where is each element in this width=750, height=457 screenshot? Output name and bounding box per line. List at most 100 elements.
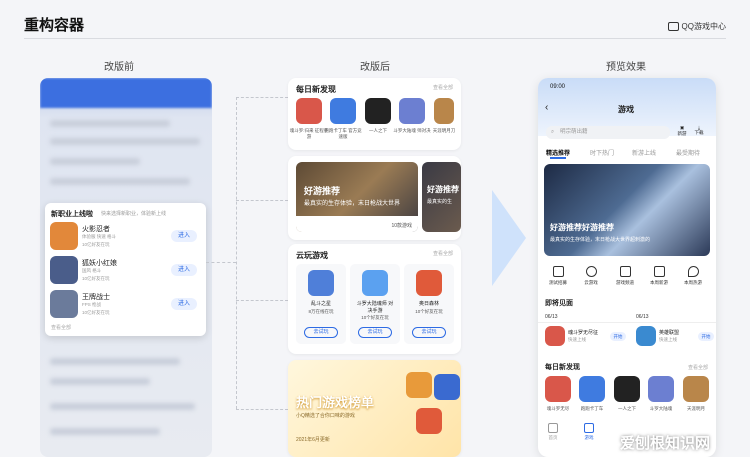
game-icon (434, 374, 460, 400)
game-name: 奥日森林 (418, 301, 439, 307)
view-all-link[interactable]: 查看全部 (433, 84, 453, 91)
game-players: 10亿好友在玩 (82, 276, 110, 281)
rank-subtitle: 小Q精选了合你口味的游戏 (296, 413, 355, 419)
game-icon (416, 270, 442, 296)
game-players: 10亿好友在玩 (82, 310, 110, 315)
banner-image[interactable]: 好游推荐 最真实的生 (422, 162, 461, 232)
tab-new[interactable]: 新游上线 (632, 148, 656, 157)
search-input[interactable]: ⌕ 明宗萌出籍 (546, 126, 670, 139)
cloud-games-card: 云玩游戏 查看全部 乱斗之星 8万在线在玩 去试玩 斗罗大陆魂师 对决手游 10… (288, 244, 461, 354)
list-item[interactable]: 王牌战士 FPS 枪战 10亿好友在玩 进入 (50, 290, 201, 320)
quick-entry[interactable]: 测试招募 (543, 266, 573, 286)
recommend-card: 好游推荐 最真实的生存体验，末日枪战大世界 10款游戏 好游推荐 最真实的生 (288, 156, 461, 240)
game-label: 跑跑卡丁车 官方竞速版 (324, 128, 362, 139)
game-icon (50, 222, 78, 250)
back-icon[interactable]: ‹ (545, 102, 548, 113)
tab-hot[interactable]: 时下热门 (590, 148, 614, 157)
game-meta: 国风 格斗 (82, 268, 102, 273)
banner-title: 好游推荐好游推荐 (550, 223, 614, 232)
banner-image[interactable]: 好游推荐 最真实的生存体验，末日枪战大世界 10款游戏 (296, 162, 418, 232)
phone-preview: 09:00 ‹ 游戏 ⌕ 明宗萌出籍 ▣ 新游 ⤓ 下载 精选推荐 时下热门 新游上线… (538, 78, 716, 457)
view-all-link[interactable]: 查看全部 (51, 324, 71, 331)
game-name: 狐妖小红娘 (82, 260, 117, 267)
tab-upcoming[interactable]: 最受期待 (676, 148, 700, 157)
quick-label: 本周热游 (684, 280, 702, 285)
hot-rank-card[interactable]: 热门游戏榜单 小Q精选了合你口味的游戏 2021年6月更新 (288, 360, 461, 457)
game-name: 火影忍者 (82, 226, 110, 233)
try-button[interactable]: 去试玩 (412, 327, 446, 338)
banner-subtitle: 最真实的生存体验，末日枪战大世界 (304, 201, 401, 207)
game-icon[interactable] (296, 98, 322, 124)
recruit-icon (552, 266, 564, 277)
start-button[interactable]: 开始 (698, 332, 714, 341)
banner-title: 好游推荐 (427, 185, 459, 194)
enter-button[interactable]: 进入 (171, 298, 197, 310)
view-all-link[interactable]: 查看全部 (688, 364, 708, 371)
new-class-card: 新职业上线啦 快来选择新职业，体验新上线 火影忍者 体验服 快速 格斗 10亿好… (45, 203, 206, 336)
enter-button[interactable]: 进入 (171, 264, 197, 276)
page-title: 重构容器 (24, 17, 85, 34)
header-divider (24, 38, 726, 39)
cloud-game-item[interactable]: 奥日森林 10个好友在玩 去试玩 (404, 264, 454, 344)
game-label: 斗罗大陆魂 (649, 406, 673, 411)
gift-button[interactable]: ▣ 新游 (676, 125, 688, 137)
hero-banner[interactable]: 好游推荐好游推荐 最真实的生存体验，末日枪战大世界超刺激的 (544, 164, 710, 256)
game-icon[interactable] (545, 376, 571, 402)
connector-line (236, 200, 288, 201)
home-icon (548, 423, 558, 433)
cloud-game-item[interactable]: 斗罗大陆魂师 对决手游 10个好友在玩 去试玩 (350, 264, 400, 344)
banner-subtitle: 最真实的生存体验，末日枪战大世界超刺激的 (550, 237, 651, 243)
connector-line (236, 97, 237, 409)
start-button[interactable]: 开始 (610, 332, 626, 341)
quick-entry[interactable]: 云游戏 (576, 266, 606, 286)
page-header: 游戏 (618, 105, 634, 114)
nav-games[interactable]: 游戏 (574, 423, 604, 441)
game-label: 天涯明月 (687, 406, 705, 411)
cloud-icon (585, 266, 597, 277)
game-icon (636, 326, 656, 346)
view-all-link[interactable]: 查看全部 (433, 250, 453, 257)
game-icon[interactable] (434, 98, 454, 124)
game-name: 乱斗之星 (310, 301, 331, 307)
game-icon[interactable] (399, 98, 425, 124)
game-meta: 快速上线 (659, 337, 677, 342)
cloud-game-item[interactable]: 乱斗之星 8万在线在玩 去试玩 (296, 264, 346, 344)
try-button[interactable]: 去试玩 (304, 327, 338, 338)
gamepad-icon (653, 266, 665, 277)
game-players: 10亿好友在玩 (82, 242, 110, 247)
search-placeholder: 明宗萌出籍 (560, 129, 588, 135)
game-icon[interactable] (614, 376, 640, 402)
game-icon[interactable] (683, 376, 709, 402)
try-button[interactable]: 去试玩 (358, 327, 392, 338)
connector-line (236, 300, 288, 301)
hashtag-icon (619, 266, 631, 277)
game-icon (50, 256, 78, 284)
game-icon[interactable] (579, 376, 605, 402)
quick-label: 测试招募 (549, 280, 567, 285)
quick-label: 游戏频道 (616, 280, 634, 285)
game-name: 魂斗罗无尽征 (568, 330, 599, 336)
download-button[interactable]: ⤓ 下载 (693, 125, 705, 136)
section-before-label: 改版前 (104, 62, 134, 73)
game-name: 斗罗大陆魂师 对决手游 (356, 301, 394, 314)
list-item[interactable]: 火影忍者 体验服 快速 格斗 10亿好友在玩 进入 (50, 222, 201, 252)
game-name: 王牌战士 (82, 294, 110, 301)
game-icon[interactable] (330, 98, 356, 124)
nav-home[interactable]: 首页 (538, 423, 568, 441)
game-icon (416, 408, 442, 434)
list-item[interactable]: 狐妖小红娘 国风 格斗 10亿好友在玩 进入 (50, 256, 201, 286)
game-meta: FPS 枪战 (82, 302, 102, 307)
tab-featured[interactable]: 精选推荐 (546, 148, 570, 157)
connector-line (236, 409, 288, 410)
download-label: 下载 (694, 130, 704, 135)
quick-entry[interactable]: 本周新游 (644, 266, 674, 286)
game-count: 10款游戏 (391, 223, 412, 229)
game-icon[interactable] (648, 376, 674, 402)
game-icon (362, 270, 388, 296)
quick-entry[interactable]: 本周热游 (678, 266, 708, 286)
game-icon[interactable] (365, 98, 391, 124)
game-players: 10个好友在玩 (415, 309, 443, 314)
game-icon (406, 372, 432, 398)
enter-button[interactable]: 进入 (171, 230, 197, 242)
quick-entry[interactable]: 游戏频道 (610, 266, 640, 286)
